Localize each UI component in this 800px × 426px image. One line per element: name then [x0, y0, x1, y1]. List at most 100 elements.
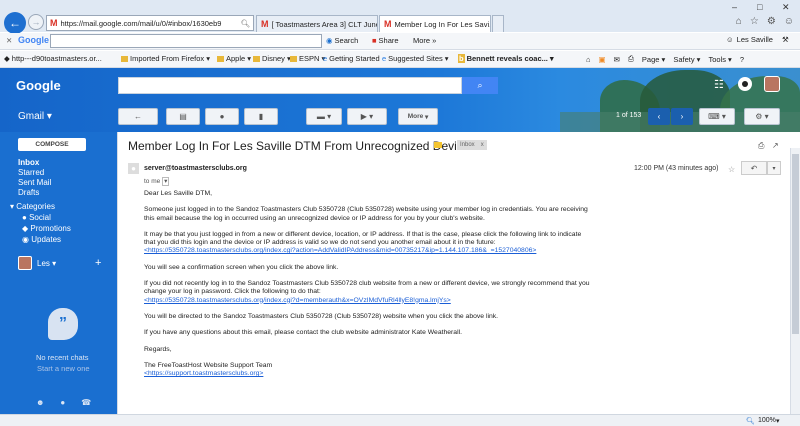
- gmail-app-menu[interactable]: Gmail ▾: [18, 111, 52, 122]
- keyboard-icon: ⌨ ▾: [708, 112, 726, 121]
- close-toolbar-icon[interactable]: ✕: [6, 36, 12, 45]
- mail-search-input[interactable]: [118, 77, 462, 94]
- home-icon[interactable]: ⌂: [736, 16, 742, 27]
- favorite-label: Apple: [226, 54, 246, 63]
- input-tools-button[interactable]: ⌨ ▾: [699, 108, 735, 125]
- nav-drafts[interactable]: Drafts: [18, 188, 39, 197]
- contacts-icon[interactable]: ☻: [36, 398, 44, 407]
- toolbar-share-button[interactable]: ■ Share: [372, 36, 399, 45]
- favorite-label: Suggested Sites: [388, 54, 443, 63]
- nav-inbox[interactable]: Inbox: [18, 158, 39, 167]
- print-icon[interactable]: ⎙: [758, 141, 764, 151]
- share-icon: ■: [372, 36, 377, 45]
- nav-starred[interactable]: Starred: [18, 168, 44, 177]
- sender-avatar[interactable]: ●: [128, 163, 139, 174]
- tools-menu[interactable]: Tools ▾: [708, 55, 731, 64]
- older-button[interactable]: ›: [671, 108, 693, 125]
- phone-icon[interactable]: ☎: [81, 398, 91, 407]
- favorite-item[interactable]: Disney ▾: [253, 54, 291, 63]
- settings-button[interactable]: ⚙ ▾: [744, 108, 780, 125]
- page-menu[interactable]: Page ▾: [642, 55, 665, 64]
- search-icon[interactable]: 🔍︎: [240, 19, 253, 28]
- star-icon[interactable]: ☆: [750, 16, 759, 27]
- toolbar-more-button[interactable]: More »: [413, 36, 436, 45]
- back-to-inbox-button[interactable]: ←: [118, 108, 158, 125]
- favorite-item[interactable]: ◆ http---d90toastmasters.or...: [4, 54, 102, 63]
- archive-button[interactable]: ▤: [166, 108, 200, 125]
- gmail-label: Gmail: [18, 111, 45, 122]
- notifications-icon[interactable]: [738, 77, 752, 91]
- member-auth-link[interactable]: <https://5350728.toastmastersclubs.org/i…: [144, 297, 451, 304]
- browser-window: – □ ✕ ← → M https://mail.google.com/mail…: [0, 0, 800, 426]
- start-new-chat[interactable]: Start a new one: [37, 364, 90, 373]
- restore-icon[interactable]: □: [757, 2, 762, 12]
- close-window-icon[interactable]: ✕: [782, 2, 790, 13]
- mail-icon[interactable]: ✉: [614, 55, 620, 64]
- nav-social[interactable]: ● Social: [22, 213, 51, 222]
- no-recent-chats: No recent chats: [36, 353, 89, 362]
- rss-icon[interactable]: ▣: [599, 55, 606, 64]
- star-icon[interactable]: ☆: [728, 165, 735, 174]
- add-chat-icon[interactable]: +: [95, 257, 101, 269]
- gear-icon[interactable]: ⚙: [767, 16, 776, 27]
- tab-member-login[interactable]: M Member Log In For Les Savi... ✕: [379, 15, 491, 32]
- toolbar-user-button[interactable]: ☺ Les Saville: [726, 35, 773, 44]
- mail-search-button[interactable]: ⌕: [462, 77, 498, 94]
- chevron-down-icon[interactable]: ▾: [776, 417, 780, 425]
- address-url[interactable]: https://mail.google.com/mail/u/0/#inbox/…: [61, 19, 222, 28]
- print-icon[interactable]: ⎙: [628, 54, 634, 64]
- favorite-item[interactable]: e Getting Started: [323, 54, 380, 63]
- newer-button[interactable]: ‹: [648, 108, 670, 125]
- hangouts-user[interactable]: Les ▾: [37, 259, 56, 268]
- zoom-level[interactable]: 100%: [758, 417, 776, 424]
- move-to-button[interactable]: ▬ ▾: [306, 108, 342, 125]
- favorite-item[interactable]: Apple ▾: [217, 54, 251, 63]
- labels-button[interactable]: ▶ ▾: [347, 108, 387, 125]
- help-icon[interactable]: ?: [740, 55, 744, 64]
- more-actions-button[interactable]: More ▾: [398, 108, 438, 125]
- hangouts-avatar[interactable]: [18, 256, 32, 270]
- avatar[interactable]: [764, 76, 780, 92]
- hangouts-icon[interactable]: ●: [60, 398, 65, 407]
- nav-updates[interactable]: ◉ Updates: [22, 235, 61, 244]
- gear-icon: ⚙ ▾: [755, 112, 769, 121]
- safety-menu[interactable]: Safety ▾: [673, 55, 700, 64]
- address-bar[interactable]: M https://mail.google.com/mail/u/0/#inbo…: [46, 15, 254, 31]
- favorite-item[interactable]: e Suggested Sites ▾: [382, 54, 449, 63]
- popout-icon[interactable]: ↗: [772, 141, 779, 150]
- back-arrow-icon[interactable]: ←: [4, 12, 26, 34]
- nav-promotions[interactable]: ◆ Promotions: [22, 224, 71, 233]
- nav-categories[interactable]: ▾ Categories: [10, 202, 55, 211]
- minimize-icon[interactable]: –: [732, 2, 737, 12]
- reply-button[interactable]: ↶: [741, 161, 767, 175]
- apps-grid-icon[interactable]: ☷: [714, 78, 724, 91]
- toolbar-search-button[interactable]: ◉ Search: [326, 36, 358, 45]
- favorite-item[interactable]: Imported From Firefox ▾: [121, 54, 210, 63]
- more-reply-options-button[interactable]: ▾: [767, 161, 781, 175]
- tab-toastmasters[interactable]: M [ Toastmasters Area 3] CLT June...: [256, 15, 378, 32]
- smiley-icon[interactable]: ☺: [784, 16, 794, 27]
- delete-button[interactable]: ▮: [244, 108, 278, 125]
- compose-button[interactable]: COMPOSE: [18, 138, 86, 151]
- nav-sent-mail[interactable]: Sent Mail: [18, 178, 51, 187]
- home-icon[interactable]: ⌂: [586, 55, 591, 64]
- support-link[interactable]: <https://support.toastmastersclubs.org>: [144, 370, 263, 377]
- report-spam-button[interactable]: ●: [205, 108, 239, 125]
- forward-arrow-icon[interactable]: →: [28, 14, 44, 30]
- google-logo[interactable]: Google: [16, 78, 61, 93]
- recipient[interactable]: to me ▾: [144, 177, 170, 186]
- wrench-icon[interactable]: ⚒: [782, 35, 789, 44]
- scrollbar-thumb[interactable]: [792, 154, 799, 334]
- gmail-favicon-icon: M: [261, 19, 269, 29]
- vertical-scrollbar[interactable]: [790, 148, 800, 414]
- toolbar-search-input[interactable]: [50, 34, 322, 48]
- new-tab-button[interactable]: [492, 15, 504, 32]
- add-valid-ip-link[interactable]: <https://5350728.toastmastersclubs.org/i…: [144, 247, 536, 254]
- favorite-item[interactable]: ESPN ▾: [290, 54, 325, 63]
- sender-address[interactable]: server@toastmastersclubs.org: [144, 165, 247, 172]
- label-chip-close[interactable]: x: [481, 142, 484, 148]
- browser-top-icons: ⌂ ☆ ⚙ ☺: [736, 16, 794, 27]
- label-chip[interactable]: Inbox x: [457, 140, 487, 150]
- importance-marker-icon[interactable]: [434, 142, 442, 148]
- favorite-item[interactable]: b Bennett reveals coac... ▾: [458, 54, 554, 63]
